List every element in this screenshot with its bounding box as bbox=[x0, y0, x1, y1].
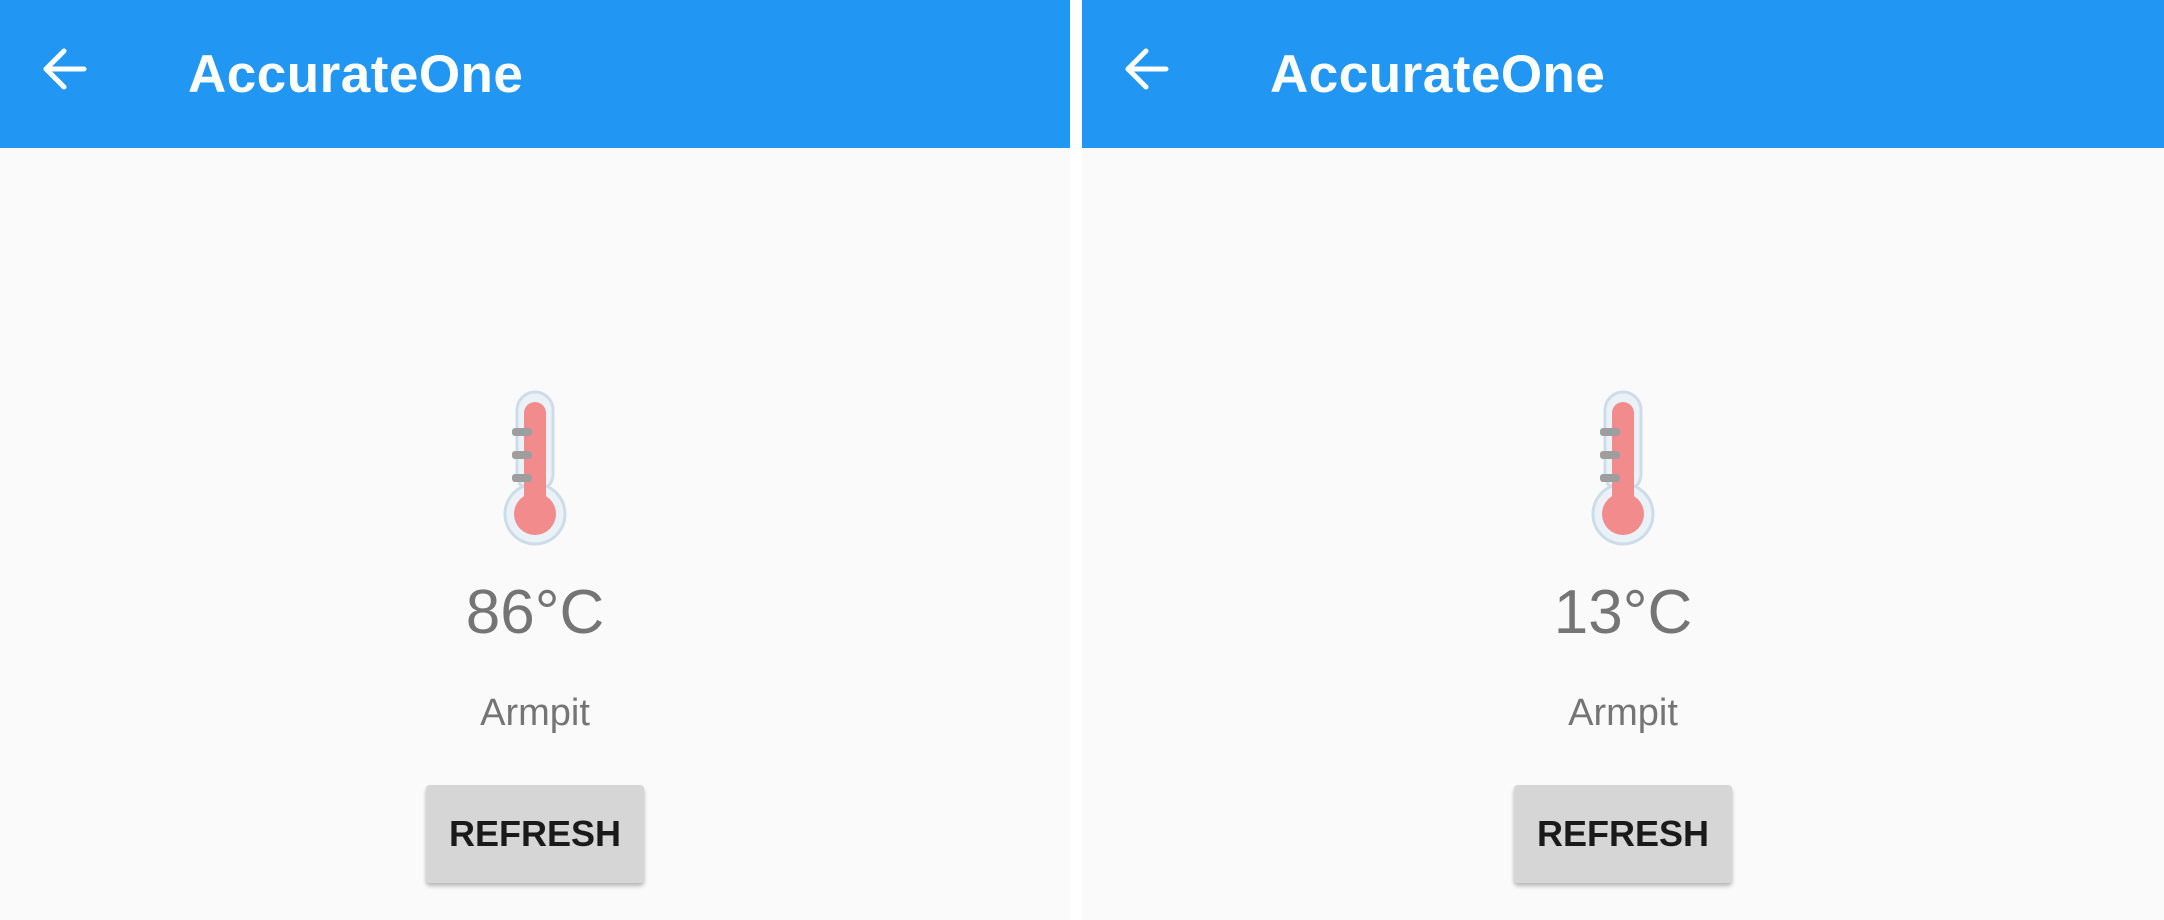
refresh-button[interactable]: REFRESH bbox=[1514, 785, 1732, 883]
app-bar: AccurateOne bbox=[1082, 0, 2164, 148]
app-title: AccurateOne bbox=[188, 45, 524, 104]
screen-right: AccurateOne 13°C Armpit REFRESH bbox=[1082, 0, 2164, 920]
main-content: 13°C Armpit REFRESH bbox=[1082, 148, 2164, 920]
screen-left: AccurateOne 86°C Armpit REFRESH bbox=[0, 0, 1070, 920]
main-content: 86°C Armpit REFRESH bbox=[0, 148, 1070, 920]
back-arrow-icon[interactable] bbox=[40, 44, 90, 94]
app-title: AccurateOne bbox=[1270, 45, 1606, 104]
screenshot-pair: AccurateOne 86°C Armpit REFRESH Accurate… bbox=[0, 0, 2164, 920]
thermometer-icon bbox=[1588, 386, 1658, 546]
app-bar: AccurateOne bbox=[0, 0, 1070, 148]
back-arrow-icon[interactable] bbox=[1122, 44, 1172, 94]
temperature-reading: 86°C bbox=[465, 578, 605, 647]
temperature-reading: 13°C bbox=[1553, 578, 1693, 647]
refresh-button[interactable]: REFRESH bbox=[426, 785, 644, 883]
measurement-site: Armpit bbox=[1568, 692, 1678, 734]
thermometer-icon bbox=[500, 386, 570, 546]
measurement-site: Armpit bbox=[480, 692, 590, 734]
